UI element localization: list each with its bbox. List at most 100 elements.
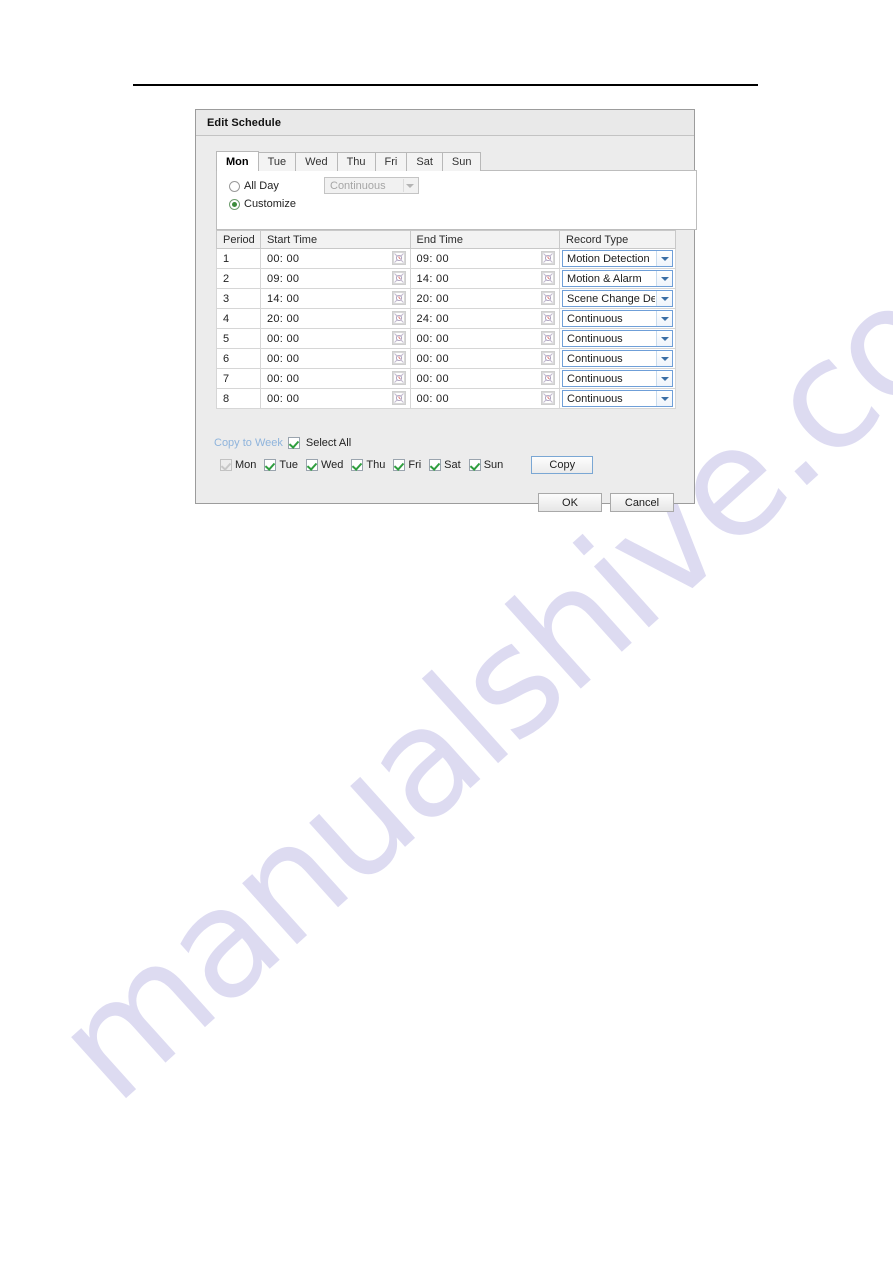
cell-end-time[interactable]: 00: 00 [409, 388, 561, 409]
clock-picker-icon[interactable] [541, 311, 556, 325]
chevron-down-icon[interactable] [656, 351, 672, 366]
day-checkbox-wed[interactable]: Wed [305, 459, 343, 471]
cell-start-time[interactable]: 00: 00 [259, 248, 411, 269]
checkbox-thu[interactable] [351, 459, 364, 471]
all-day-label: All Day [244, 180, 279, 192]
chevron-down-icon[interactable] [656, 251, 672, 266]
clock-picker-icon[interactable] [541, 251, 556, 265]
day-checkbox-sun[interactable]: Sun [468, 459, 503, 471]
clock-picker-icon[interactable] [391, 331, 406, 345]
clock-picker-icon[interactable] [541, 291, 556, 305]
all-day-option[interactable]: All Day [229, 180, 279, 192]
tab-sun[interactable]: Sun [441, 152, 482, 171]
chevron-down-icon[interactable] [656, 291, 672, 306]
record-type-value: Motion & Alarm [567, 272, 642, 285]
clock-picker-icon[interactable] [391, 251, 406, 265]
clock-picker-icon[interactable] [541, 371, 556, 385]
record-type-select[interactable]: Motion & Alarm [562, 270, 673, 287]
cell-record-type: Continuous [559, 368, 676, 389]
chevron-down-icon[interactable] [656, 311, 672, 326]
copy-button[interactable]: Copy [531, 456, 594, 474]
tab-tue[interactable]: Tue [257, 152, 297, 171]
clock-picker-icon[interactable] [541, 391, 556, 405]
ok-button[interactable]: OK [538, 493, 602, 512]
day-checkbox-sat[interactable]: Sat [429, 459, 461, 471]
tab-fri[interactable]: Fri [374, 152, 408, 171]
end-time-value: 00: 00 [416, 372, 449, 385]
clock-picker-icon[interactable] [391, 311, 406, 325]
edit-schedule-dialog: Edit Schedule Mon Tue Wed Thu Fri Sat Su… [195, 109, 697, 512]
start-time-value: 00: 00 [266, 332, 300, 345]
table-row: 1 00: 00 09: 00 Motion Detection [216, 248, 676, 269]
clock-picker-icon[interactable] [541, 351, 556, 365]
record-type-select[interactable]: Continuous [562, 330, 673, 347]
copy-to-week-row: Copy to Week Select All [214, 436, 674, 450]
tab-panel-mode: All Day Customize Continuous [216, 170, 697, 230]
day-label-sat: Sat [444, 459, 461, 471]
chevron-down-icon[interactable] [656, 391, 672, 406]
clock-picker-icon[interactable] [391, 391, 406, 405]
tab-thu[interactable]: Thu [336, 152, 376, 171]
cell-end-time[interactable]: 09: 00 [409, 248, 561, 269]
customize-radio[interactable] [229, 198, 240, 210]
cancel-button[interactable]: Cancel [610, 493, 674, 512]
record-type-select[interactable]: Motion Detection [562, 250, 673, 267]
chevron-down-icon[interactable] [656, 371, 672, 386]
clock-picker-icon[interactable] [391, 351, 406, 365]
cell-end-time[interactable]: 00: 00 [409, 368, 561, 389]
dialog-footer: OK Cancel [530, 493, 674, 512]
checkbox-tue[interactable] [264, 459, 277, 471]
cell-start-time[interactable]: 14: 00 [259, 288, 411, 309]
cell-end-time[interactable]: 20: 00 [409, 288, 561, 309]
clock-picker-icon[interactable] [541, 331, 556, 345]
cell-end-time[interactable]: 24: 00 [409, 308, 561, 329]
cell-end-time[interactable]: 00: 00 [409, 348, 561, 369]
record-type-select[interactable]: Continuous [562, 310, 673, 327]
cell-start-time[interactable]: 00: 00 [259, 388, 411, 409]
tab-mon[interactable]: Mon [216, 151, 259, 171]
day-checkbox-tue[interactable]: Tue [264, 459, 298, 471]
select-all-checkbox[interactable] [287, 437, 300, 449]
record-type-select[interactable]: Continuous [562, 370, 673, 387]
clock-picker-icon[interactable] [391, 291, 406, 305]
checkbox-wed[interactable] [305, 459, 318, 471]
cell-record-type: Continuous [559, 388, 676, 409]
day-label-tue: Tue [279, 459, 298, 471]
end-time-value: 09: 00 [416, 252, 449, 265]
checkbox-sat[interactable] [429, 459, 442, 471]
checkbox-fri[interactable] [393, 459, 406, 471]
all-day-record-type-select[interactable]: Continuous [324, 177, 419, 194]
cell-start-time[interactable]: 00: 00 [259, 348, 411, 369]
clock-picker-icon[interactable] [391, 271, 406, 285]
cell-start-time[interactable]: 00: 00 [259, 328, 411, 349]
start-time-value: 14: 00 [266, 292, 300, 305]
record-type-select[interactable]: Continuous [562, 390, 673, 407]
all-day-radio[interactable] [229, 180, 240, 192]
record-type-select[interactable]: Continuous [562, 350, 673, 367]
header-end-time: End Time [409, 230, 561, 249]
cell-start-time[interactable]: 00: 00 [259, 368, 411, 389]
cell-start-time[interactable]: 09: 00 [259, 268, 411, 289]
day-checkbox-thu[interactable]: Thu [351, 459, 385, 471]
dialog-titlebar: Edit Schedule [196, 110, 694, 136]
record-type-select[interactable]: Scene Change Detection [562, 290, 673, 307]
chevron-down-icon[interactable] [656, 331, 672, 346]
cell-start-time[interactable]: 20: 00 [259, 308, 411, 329]
day-checkbox-fri[interactable]: Fri [393, 459, 421, 471]
record-type-value: Motion Detection [567, 252, 650, 265]
end-time-value: 00: 00 [416, 392, 449, 405]
customize-option[interactable]: Customize [229, 198, 296, 210]
clock-picker-icon[interactable] [541, 271, 556, 285]
copy-to-week-link[interactable]: Copy to Week [214, 437, 283, 449]
cell-end-time[interactable]: 00: 00 [409, 328, 561, 349]
checkbox-sun[interactable] [468, 459, 481, 471]
tab-wed[interactable]: Wed [295, 152, 338, 171]
clock-picker-icon[interactable] [391, 371, 406, 385]
tab-sat[interactable]: Sat [406, 152, 443, 171]
cell-period: 8 [216, 388, 261, 409]
end-time-value: 24: 00 [416, 312, 449, 325]
header-record-type: Record Type [559, 230, 676, 249]
chevron-down-icon[interactable] [656, 271, 672, 286]
cell-end-time[interactable]: 14: 00 [409, 268, 561, 289]
cell-period: 7 [216, 368, 261, 389]
